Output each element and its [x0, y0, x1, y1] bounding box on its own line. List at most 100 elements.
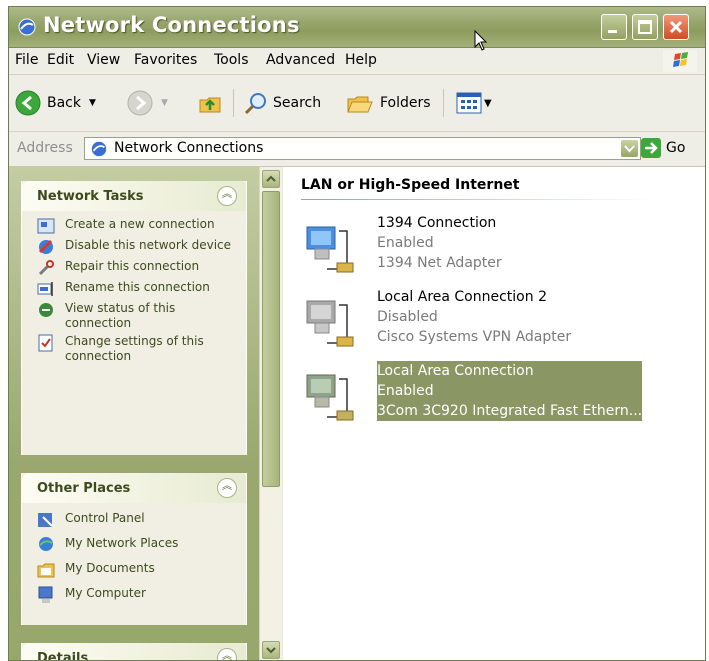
network-connections-icon [91, 141, 107, 157]
address-dropdown-button[interactable] [621, 140, 638, 157]
connections-view[interactable]: LAN or High-Speed Internet 1394 Connecti… [283, 167, 705, 660]
connection-status: Enabled [377, 235, 434, 251]
menu-advanced[interactable]: Advanced [266, 52, 335, 68]
connection-item[interactable]: 1394 Connection Enabled 1394 Net Adapter [301, 213, 661, 279]
folders-button[interactable]: Folders [346, 88, 431, 118]
toolbar-separator [233, 89, 234, 117]
repair-wrench-icon [38, 260, 54, 276]
toolbar: Back ▼ ▼ Search Folders ▼ [9, 75, 705, 132]
network-places-icon [39, 537, 53, 551]
collapse-network-tasks-button[interactable]: ︽ [217, 186, 237, 206]
chevron-down-icon [266, 647, 276, 654]
rename-icon [37, 282, 53, 296]
minimize-button[interactable] [601, 14, 627, 40]
up-folder-icon [199, 97, 221, 113]
network-connections-window: Network Connections File Edit View Favor… [8, 6, 706, 661]
views-dropdown-icon[interactable]: ▼ [484, 98, 492, 109]
task-pane-scrollbar[interactable] [259, 167, 282, 660]
settings-checklist-icon [38, 334, 53, 352]
menu-bar: File Edit View Favorites Tools Advanced … [9, 48, 705, 75]
network-connections-icon [18, 18, 36, 36]
my-computer-icon [38, 586, 53, 603]
title-bar[interactable]: Network Connections [9, 7, 705, 48]
back-arrow-icon [15, 90, 41, 116]
task-change-settings[interactable]: Change settings of this connection [37, 334, 238, 364]
collapse-other-places-button[interactable]: ︽ [217, 478, 237, 498]
go-button[interactable]: Go [641, 138, 685, 158]
view-status-icon [39, 303, 53, 317]
folders-icon [347, 96, 373, 113]
back-dropdown-icon[interactable]: ▼ [89, 98, 96, 108]
address-bar: Address Network Connections Go [9, 132, 705, 167]
connection-item-selected[interactable]: Local Area Connection Enabled 3Com 3C920… [301, 361, 661, 427]
folders-label: Folders [380, 95, 431, 111]
connection-device: 3Com 3C920 Integrated Fast Ethern... [377, 403, 643, 419]
network-tasks-title: Network Tasks [37, 189, 144, 204]
back-label: Back [47, 95, 81, 111]
task-view-status[interactable]: View status of this connection [37, 301, 238, 331]
menu-view[interactable]: View [87, 52, 120, 68]
task-create-connection[interactable]: Create a new connection [37, 217, 238, 235]
menu-help[interactable]: Help [345, 52, 377, 68]
address-input[interactable]: Network Connections [84, 137, 641, 160]
task-rename-connection[interactable]: Rename this connection [37, 280, 238, 298]
connection-item[interactable]: Local Area Connection 2 Disabled Cisco S… [301, 287, 661, 353]
disable-network-icon [38, 239, 53, 254]
views-icon [456, 92, 482, 114]
scroll-down-button[interactable] [262, 641, 280, 659]
go-label: Go [666, 140, 686, 156]
back-button[interactable]: Back ▼ [15, 88, 96, 118]
search-button[interactable]: Search [243, 88, 321, 118]
network-connection-enabled-icon [306, 374, 354, 421]
network-connection-disabled-icon [306, 300, 354, 347]
my-documents-icon [37, 563, 55, 578]
address-value: Network Connections [114, 140, 264, 156]
mouse-pointer-icon [474, 30, 488, 51]
search-label: Search [273, 95, 322, 111]
menu-edit[interactable]: Edit [47, 52, 74, 68]
other-places-header[interactable]: Other Places ︽ [22, 473, 246, 503]
connection-name: Local Area Connection 2 [377, 289, 547, 305]
other-places-title: Other Places [37, 481, 131, 496]
forward-dropdown-icon[interactable]: ▼ [161, 98, 168, 108]
menu-file[interactable]: File [15, 52, 38, 68]
network-tasks-header[interactable]: Network Tasks ︽ [22, 181, 246, 211]
place-my-documents[interactable]: My Documents [37, 561, 238, 579]
connection-name: Local Area Connection [377, 363, 534, 379]
connection-status: Enabled [377, 383, 434, 399]
collapse-details-button[interactable]: ︽ [217, 648, 237, 660]
chevron-up-icon [266, 175, 276, 182]
maximize-button[interactable] [632, 14, 658, 40]
task-repair-connection[interactable]: Repair this connection [37, 259, 238, 277]
views-button[interactable]: ▼ [456, 88, 492, 118]
place-my-network-places[interactable]: My Network Places [37, 536, 238, 554]
up-folder-button[interactable] [197, 88, 223, 118]
other-places-panel: Other Places ︽ Control Panel My Network … [21, 473, 247, 625]
forward-arrow-icon [127, 90, 153, 116]
connection-status: Disabled [377, 309, 438, 325]
group-header: LAN or High-Speed Internet [301, 177, 520, 193]
go-arrow-icon [641, 138, 661, 158]
close-button[interactable] [663, 14, 689, 40]
details-title: Details [37, 651, 89, 661]
scroll-thumb[interactable] [262, 191, 280, 487]
window-title: Network Connections [43, 13, 300, 37]
connection-name: 1394 Connection [377, 215, 497, 231]
connection-device: 1394 Net Adapter [377, 255, 502, 271]
scroll-up-button[interactable] [262, 170, 280, 188]
place-control-panel[interactable]: Control Panel [37, 511, 238, 529]
new-connection-icon [37, 218, 55, 234]
menu-tools[interactable]: Tools [214, 52, 249, 68]
control-panel-icon [38, 513, 53, 527]
menu-favorites[interactable]: Favorites [134, 52, 197, 68]
forward-button[interactable]: ▼ [127, 88, 168, 118]
network-connection-enabled-icon [306, 226, 354, 273]
task-disable-device[interactable]: Disable this network device [37, 238, 238, 256]
address-label: Address [17, 140, 73, 156]
connection-device: Cisco Systems VPN Adapter [377, 329, 572, 345]
place-my-computer[interactable]: My Computer [37, 586, 238, 604]
windows-logo-icon [663, 50, 697, 72]
details-header[interactable]: Details ︽ [22, 643, 246, 661]
details-panel: Details ︽ [21, 643, 247, 661]
toolbar-separator [443, 89, 444, 117]
